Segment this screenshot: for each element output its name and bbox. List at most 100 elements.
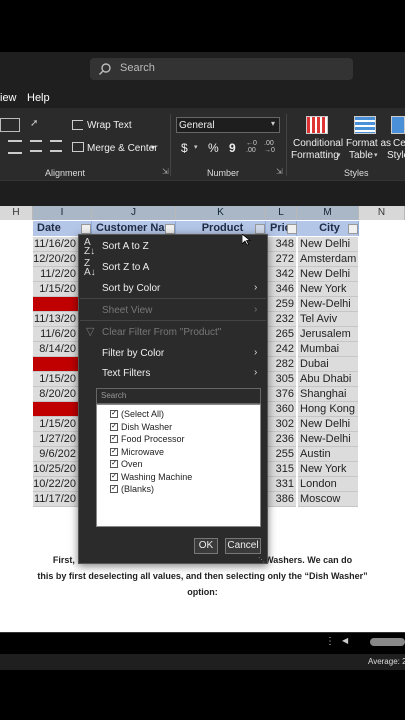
- cancel-button[interactable]: Cancel: [225, 538, 261, 554]
- price-cell[interactable]: 302: [268, 417, 296, 432]
- filter-option[interactable]: Microwave: [121, 447, 164, 457]
- price-cell[interactable]: 331: [268, 477, 296, 492]
- formula-bar[interactable]: [0, 180, 405, 206]
- more-options-icon[interactable]: ⋮: [325, 636, 335, 647]
- decrease-indent-icon[interactable]: [30, 140, 42, 152]
- filter-button-city[interactable]: [348, 224, 358, 234]
- decrease-decimal-icon[interactable]: .00 →0: [264, 140, 275, 154]
- format-as-table-line2[interactable]: Table: [349, 150, 373, 161]
- format-as-table-line1[interactable]: Format as: [346, 138, 391, 149]
- date-cell[interactable]: 10/25/20: [33, 462, 78, 477]
- cell-styles-line2[interactable]: Style: [387, 150, 405, 161]
- merge-center-button[interactable]: Merge & Center: [87, 143, 158, 154]
- column-header-i[interactable]: I: [33, 206, 92, 220]
- wrap-text-button[interactable]: Wrap Text: [87, 120, 132, 131]
- column-header-l[interactable]: L: [266, 206, 297, 220]
- resize-handle-icon[interactable]: ⋱: [258, 556, 265, 564]
- price-cell[interactable]: 236: [268, 432, 296, 447]
- city-cell[interactable]: New Delhi: [298, 417, 358, 432]
- city-cell[interactable]: Hong Kong: [298, 402, 358, 417]
- city-cell[interactable]: Shanghai: [298, 387, 358, 402]
- filter-button-product[interactable]: [255, 224, 265, 234]
- price-cell[interactable]: 346: [268, 282, 296, 297]
- checkbox-checked-icon[interactable]: ✓: [110, 410, 118, 418]
- checkbox-checked-icon[interactable]: ✓: [110, 447, 118, 456]
- date-cell[interactable]: 10/22/20: [33, 477, 78, 492]
- filter-button-customer[interactable]: [165, 224, 175, 234]
- conditional-formatting-line1[interactable]: Conditional: [293, 138, 343, 149]
- price-cell[interactable]: 265: [268, 327, 296, 342]
- align-justify-icon[interactable]: [8, 140, 22, 154]
- filter-button-price[interactable]: [287, 224, 297, 234]
- filter-option[interactable]: Food Processor: [121, 434, 185, 444]
- price-cell[interactable]: 360: [268, 402, 296, 417]
- currency-button[interactable]: $: [181, 141, 188, 155]
- comma-button[interactable]: 9: [229, 141, 236, 155]
- filter-option[interactable]: (Blanks): [121, 484, 154, 494]
- date-cell[interactable]: 8/20/20: [33, 387, 78, 402]
- date-cell[interactable]: 1/15/20: [33, 282, 78, 297]
- chevron-down-icon[interactable]: ▾: [271, 119, 275, 128]
- increase-decimal-icon[interactable]: ←0.00: [246, 140, 257, 154]
- column-header-k[interactable]: K: [176, 206, 266, 220]
- filter-button-date[interactable]: [81, 224, 91, 234]
- conditional-formatting-line2[interactable]: Formatting: [291, 150, 339, 161]
- date-cell[interactable]: 1/15/20: [33, 372, 78, 387]
- price-cell[interactable]: 348: [268, 237, 296, 252]
- checkbox-checked-icon[interactable]: ✓: [110, 422, 118, 431]
- filter-option[interactable]: Dish Washer: [121, 422, 172, 432]
- city-cell[interactable]: London: [298, 477, 358, 492]
- price-cell[interactable]: 242: [268, 342, 296, 357]
- menu-help[interactable]: Help: [27, 92, 50, 104]
- column-header-n[interactable]: N: [359, 206, 405, 220]
- date-cell[interactable]: 1/27/20: [33, 432, 78, 447]
- column-header-h[interactable]: H: [0, 206, 33, 220]
- date-cell[interactable]: 9/6/202: [33, 447, 78, 462]
- city-cell[interactable]: New-Delhi: [298, 432, 358, 447]
- price-cell[interactable]: 342: [268, 267, 296, 282]
- column-header-j[interactable]: J: [92, 206, 176, 220]
- menu-sort-z-to-a[interactable]: Sort Z to A: [102, 262, 149, 273]
- increase-indent-icon[interactable]: [50, 140, 62, 152]
- chevron-down-icon[interactable]: ▾: [374, 151, 378, 159]
- price-cell[interactable]: 315: [268, 462, 296, 477]
- date-cell[interactable]: 10/31/2: [33, 357, 78, 372]
- city-cell[interactable]: New York: [298, 462, 358, 477]
- number-launcher-icon[interactable]: ⇲: [276, 167, 283, 176]
- alignment-launcher-icon[interactable]: ⇲: [162, 167, 169, 176]
- city-cell[interactable]: New York: [298, 282, 358, 297]
- price-cell[interactable]: 282: [268, 357, 296, 372]
- city-cell[interactable]: Amsterdam: [298, 252, 358, 267]
- city-cell[interactable]: Mumbai: [298, 342, 358, 357]
- price-cell[interactable]: 376: [268, 387, 296, 402]
- date-cell[interactable]: 11/17/20: [33, 492, 78, 507]
- menu-filter-by-color[interactable]: Filter by Color: [102, 348, 164, 359]
- date-cell[interactable]: 1/15/20: [33, 417, 78, 432]
- filter-option[interactable]: Oven: [121, 459, 143, 469]
- align-left-icon[interactable]: [0, 118, 20, 132]
- filter-option[interactable]: (Select All): [121, 409, 164, 419]
- city-cell[interactable]: Jerusalem: [298, 327, 358, 342]
- date-cell[interactable]: 10/4/20: [33, 297, 78, 312]
- date-cell[interactable]: 9/7/20: [33, 402, 78, 417]
- date-cell[interactable]: 11/6/20: [33, 327, 78, 342]
- city-cell[interactable]: Dubai: [298, 357, 358, 372]
- price-cell[interactable]: 259: [268, 297, 296, 312]
- city-cell[interactable]: Moscow: [298, 492, 358, 507]
- menu-sort-a-to-z[interactable]: Sort A to Z: [102, 241, 149, 252]
- date-cell[interactable]: 11/2/20: [33, 267, 78, 282]
- city-cell[interactable]: New Delhi: [298, 237, 358, 252]
- ok-button[interactable]: OK: [194, 538, 218, 554]
- filter-search-input[interactable]: Search: [96, 388, 261, 404]
- menu-sort-by-color[interactable]: Sort by Color: [102, 283, 160, 294]
- scroll-left-icon[interactable]: ◀: [342, 636, 348, 645]
- checkbox-checked-icon[interactable]: ✓: [110, 485, 118, 493]
- chevron-down-icon[interactable]: ▾: [337, 151, 341, 159]
- date-cell[interactable]: 8/14/20: [33, 342, 78, 357]
- city-cell[interactable]: New Delhi: [298, 267, 358, 282]
- currency-dropdown-icon[interactable]: ▾: [194, 143, 198, 151]
- price-cell[interactable]: 386: [268, 492, 296, 507]
- price-cell[interactable]: 232: [268, 312, 296, 327]
- checkbox-checked-icon[interactable]: ✓: [110, 460, 118, 468]
- cell-styles-line1[interactable]: Ce: [393, 138, 405, 149]
